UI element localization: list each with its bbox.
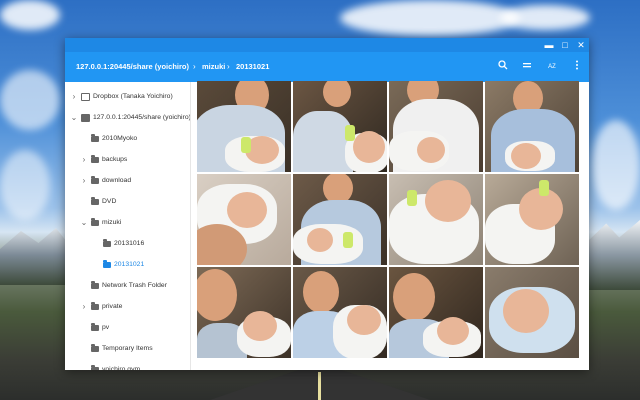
tree-item-20131016[interactable]: 20131016: [65, 234, 190, 254]
breadcrumb-item-share[interactable]: 127.0.0.1:20445/share (yoichiro): [76, 52, 189, 82]
tree-item-private[interactable]: › private: [65, 297, 190, 317]
tree-item-download[interactable]: › download: [65, 171, 190, 191]
tree-item-pv[interactable]: pv: [65, 318, 190, 338]
folder-icon: [103, 239, 111, 247]
search-button[interactable]: [495, 59, 511, 75]
tree-item-label: yoichiro.gym: [102, 366, 141, 370]
list-view-icon: [523, 63, 531, 68]
directory-tree: › Dropbox (Tanaka Yoichiro) ⌄ 127.0.0.1:…: [65, 82, 191, 370]
photo-thumbnail[interactable]: [293, 81, 387, 172]
tree-item-label: pv: [102, 324, 110, 331]
tree-item-backups[interactable]: › backups: [65, 150, 190, 170]
tree-item-20131021[interactable]: 20131021: [65, 255, 190, 275]
breadcrumb-item-mizuki[interactable]: mizuki: [202, 52, 225, 82]
photo-thumbnail[interactable]: [389, 174, 483, 265]
close-button[interactable]: ✕: [573, 38, 589, 52]
drive-icon: [81, 114, 90, 122]
tree-item-network-trash[interactable]: Network Trash Folder: [65, 276, 190, 296]
chevron-right-icon: ›: [227, 62, 230, 71]
tree-item-label: 20131016: [114, 240, 145, 247]
breadcrumb-item-20131021[interactable]: 20131021: [236, 52, 269, 82]
folder-icon: [91, 323, 99, 331]
cloud: [592, 120, 640, 210]
toolbar: 127.0.0.1:20445/share (yoichiro) › mizuk…: [65, 52, 589, 82]
thumbnail-grid: [197, 81, 581, 370]
tree-item-label: Temporary Items: [102, 345, 153, 352]
folder-icon: [91, 155, 99, 163]
tree-item-share[interactable]: ⌄ 127.0.0.1:20445/share (yoichiro): [65, 108, 191, 128]
chevron-down-icon[interactable]: ⌄: [70, 108, 78, 128]
photo-thumbnail[interactable]: [293, 267, 387, 358]
tree-item-label: DVD: [102, 198, 117, 205]
view-toggle-button[interactable]: [519, 59, 535, 75]
sort-button[interactable]: AZ: [544, 59, 560, 75]
minimize-button[interactable]: ▬: [541, 38, 557, 52]
files-app-window: ▬ □ ✕ 127.0.0.1:20445/share (yoichiro) ›…: [65, 38, 589, 370]
chevron-right-icon[interactable]: ›: [80, 297, 88, 317]
folder-icon: [91, 218, 99, 226]
photo-thumbnail[interactable]: [389, 81, 483, 172]
tree-item-label: 20131021: [114, 261, 145, 268]
chevron-right-icon[interactable]: ›: [80, 171, 88, 191]
tree-item-label: private: [102, 303, 123, 310]
photo-thumbnail[interactable]: [485, 81, 579, 172]
cloud: [0, 70, 60, 130]
folder-icon: [103, 260, 111, 268]
chevron-right-icon[interactable]: ›: [70, 87, 78, 107]
chevron-right-icon[interactable]: ›: [80, 150, 88, 170]
chevron-right-icon: ›: [193, 62, 196, 71]
chevron-down-icon[interactable]: ⌄: [80, 213, 88, 233]
cloud: [340, 0, 520, 36]
tree-item-label: mizuki: [102, 219, 122, 226]
photo-thumbnail[interactable]: [485, 174, 579, 265]
cloud: [0, 0, 60, 30]
title-bar[interactable]: ▬ □ ✕: [65, 38, 589, 52]
network-drive-icon: [81, 93, 90, 101]
folder-icon: [91, 302, 99, 310]
photo-thumbnail[interactable]: [389, 267, 483, 358]
folder-icon: [91, 344, 99, 352]
tree-item-mizuki[interactable]: ⌄ mizuki: [65, 213, 190, 233]
photo-thumbnail[interactable]: [485, 267, 579, 358]
photo-thumbnail[interactable]: [197, 267, 291, 358]
tree-item-label: download: [102, 177, 132, 184]
maximize-button[interactable]: □: [557, 38, 573, 52]
folder-icon: [91, 176, 99, 184]
road-line: [318, 372, 321, 400]
folder-icon: [91, 197, 99, 205]
tree-item-temporary-items[interactable]: Temporary Items: [65, 339, 190, 359]
cloud: [0, 150, 50, 220]
mountain: [0, 228, 70, 285]
tree-item-dvd[interactable]: DVD: [65, 192, 190, 212]
more-vert-icon: [576, 60, 578, 70]
tree-item-2010myoko[interactable]: 2010Myoko: [65, 129, 190, 149]
tree-item-dropbox[interactable]: › Dropbox (Tanaka Yoichiro): [65, 87, 190, 107]
mountain: [588, 220, 640, 290]
cloud: [500, 5, 590, 30]
search-icon: [498, 60, 508, 70]
photo-thumbnail[interactable]: [197, 174, 291, 265]
tree-item-label: backups: [102, 156, 128, 163]
folder-icon: [91, 281, 99, 289]
tree-item-yoichiro-gym[interactable]: yoichiro.gym: [65, 360, 190, 370]
tree-item-label: 127.0.0.1:20445/share (yoichiro): [93, 114, 191, 121]
tree-item-label: Dropbox (Tanaka Yoichiro): [93, 93, 173, 100]
tree-item-label: Network Trash Folder: [102, 282, 167, 289]
photo-thumbnail[interactable]: [293, 174, 387, 265]
tree-item-label: 2010Myoko: [102, 135, 138, 142]
folder-icon: [91, 134, 99, 142]
folder-icon: [91, 365, 99, 370]
more-menu-button[interactable]: [569, 59, 585, 75]
photo-thumbnail[interactable]: [197, 81, 291, 172]
